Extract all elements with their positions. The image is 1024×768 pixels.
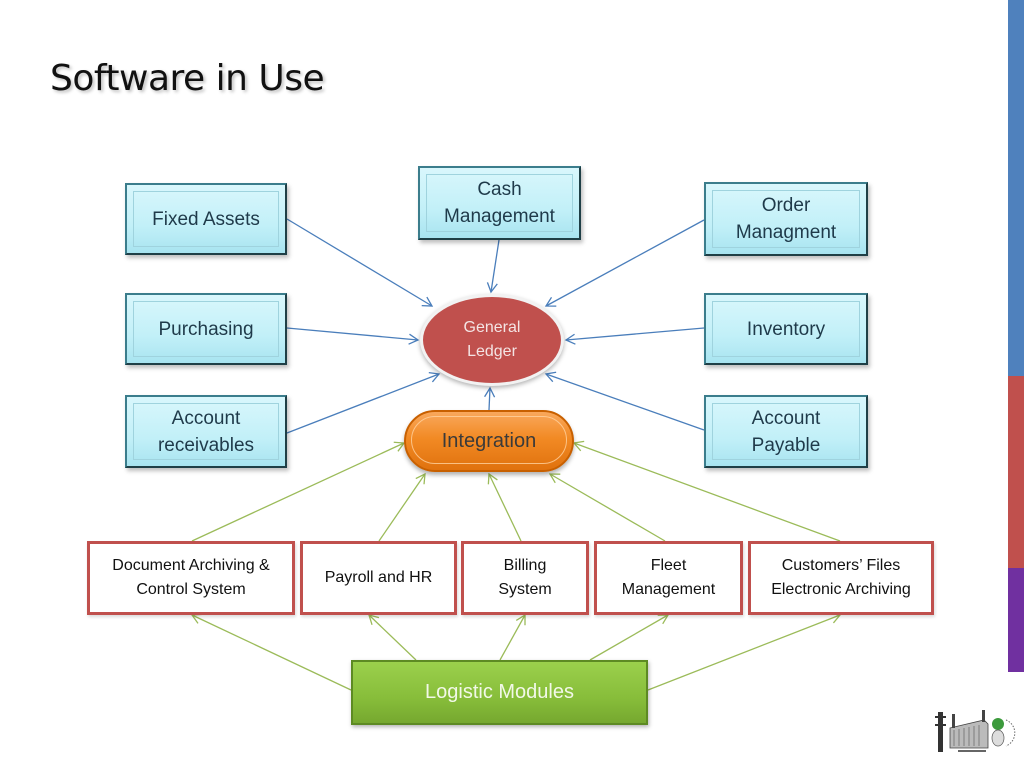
system-payroll-hr: Payroll and HR (300, 541, 457, 615)
system-document-archiving: Document Archiving & Control System (87, 541, 295, 615)
system-billing: Billing System (461, 541, 589, 615)
module-account-payable: Account Payable (704, 395, 868, 468)
module-account-receivables: Account receivables (125, 395, 287, 468)
edge-cash-management-to-ledger (486, 239, 500, 294)
edge-payroll-to-integration (378, 472, 426, 542)
edge-logistic-to-docarchive (190, 613, 352, 691)
logistic-modules-node: Logistic Modules (351, 660, 648, 725)
edge-purchasing-to-ledger (286, 327, 420, 345)
module-label: Account receivables (133, 403, 279, 460)
module-label: Inventory (712, 301, 860, 357)
module-order-management: Order Managment (704, 182, 868, 256)
integration-label: Integration (441, 429, 537, 452)
edge-inventory-to-ledger (564, 327, 705, 345)
edge-logistic-to-payroll (368, 614, 417, 661)
edge-logistic-to-fleet (589, 614, 670, 661)
module-purchasing: Purchasing (125, 293, 287, 365)
edge-fixed-assets-to-ledger (286, 218, 434, 307)
general-ledger-hub: General Ledger (420, 294, 564, 386)
module-label: Order Managment (712, 190, 860, 248)
module-label: Cash Management (426, 174, 573, 232)
integration-node: Integration (404, 410, 574, 472)
edge-integration-to-ledger (484, 386, 496, 411)
module-cash-management: Cash Management (418, 166, 581, 240)
edge-billing-to-integration (487, 472, 522, 542)
system-customers-files: Customers’ Files Electronic Archiving (748, 541, 934, 615)
edge-fleet-to-integration (548, 473, 666, 542)
module-label: Purchasing (133, 301, 279, 357)
module-label: Account Payable (712, 403, 860, 460)
edge-logistic-to-billing (499, 613, 526, 661)
edge-logistic-to-customers (647, 612, 842, 691)
company-logo-icon (935, 710, 1016, 752)
module-label: Fixed Assets (133, 191, 279, 247)
edge-payable-to-ledger (544, 371, 705, 431)
module-inventory: Inventory (704, 293, 868, 365)
module-fixed-assets: Fixed Assets (125, 183, 287, 255)
system-fleet-management: Fleet Management (594, 541, 743, 615)
